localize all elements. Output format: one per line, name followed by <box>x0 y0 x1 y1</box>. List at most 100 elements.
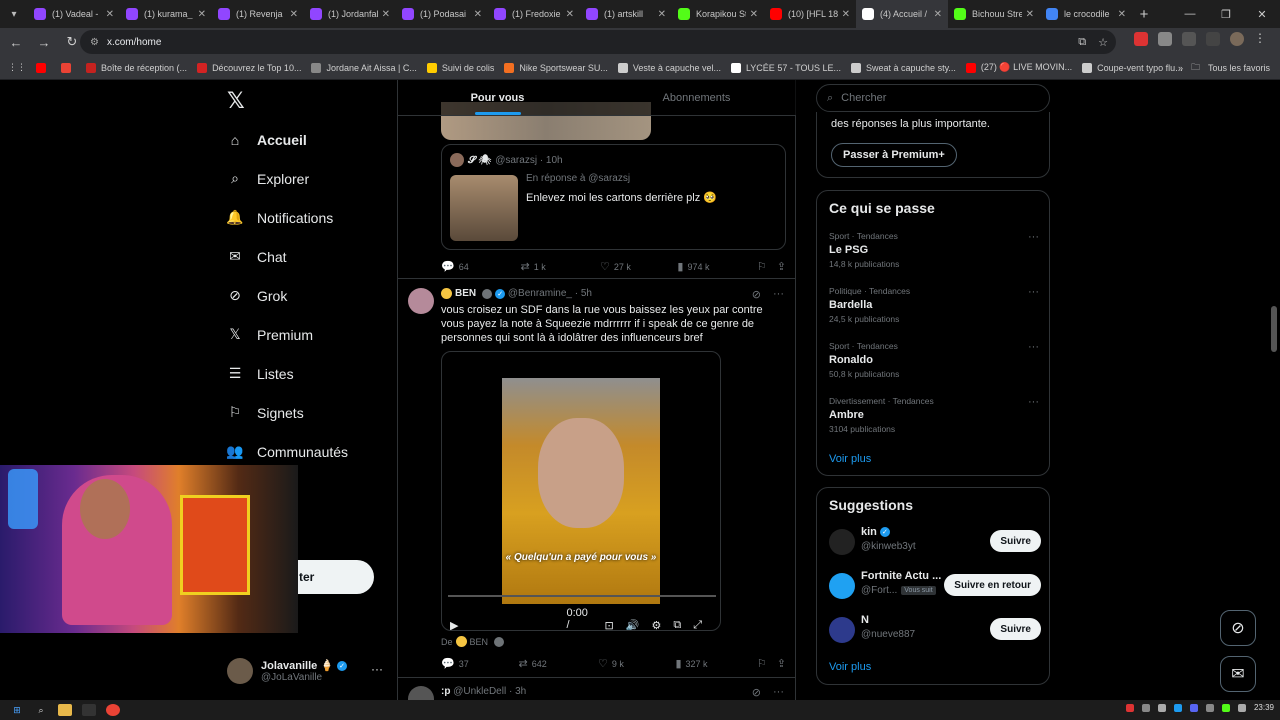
trend-item[interactable]: Sport · Tendances Le PSG 14,8 k publicatio… <box>829 231 1039 269</box>
bookmark-item[interactable]: Suivi de colis <box>426 62 494 73</box>
new-tab-button[interactable]: + <box>1132 0 1156 28</box>
grok-icon[interactable]: ⊘ <box>752 686 761 699</box>
browser-tab[interactable]: (4) Accueil / ✕ <box>856 0 948 28</box>
bookmark-item[interactable] <box>36 62 51 73</box>
bookmark-item[interactable]: Nike Sportswear SU... <box>504 62 608 73</box>
browser-tab[interactable]: (1) Podasai ✕ <box>396 0 488 28</box>
follow-button[interactable]: Suivre en retour <box>944 574 1041 596</box>
chrome-icon[interactable] <box>106 704 120 716</box>
follow-button[interactable]: Suivre <box>990 618 1041 640</box>
avatar[interactable] <box>408 288 434 314</box>
bookmark-item[interactable]: Veste à capuche vel... <box>617 62 721 73</box>
sidebar-item-notifications[interactable]: 🔔 Notifications <box>225 198 348 237</box>
bookmark-item[interactable]: Coupe-vent typo flu... <box>1082 62 1183 73</box>
more-icon[interactable]: ··· <box>371 662 383 676</box>
x-logo-icon[interactable]: 𝕏 <box>227 88 245 114</box>
suggestion-item[interactable]: kin ✓ @kinweb3yt Suivre <box>829 526 1041 556</box>
tab-for-you[interactable]: Pour vous <box>398 80 597 115</box>
more-icon[interactable]: ··· <box>1028 231 1039 243</box>
bookmark-item[interactable]: Boîte de réception (... <box>86 62 187 73</box>
sidebar-item-chat[interactable]: ✉ Chat <box>225 237 348 276</box>
more-icon[interactable]: ··· <box>773 686 784 699</box>
sidebar-item-explorer[interactable]: ⌕ Explorer <box>225 159 348 198</box>
avatar[interactable] <box>829 573 855 599</box>
sidepanel-icon[interactable] <box>1206 32 1220 46</box>
see-more-suggestions-link[interactable]: Voir plus <box>829 661 871 673</box>
tweet-time[interactable]: · 5h <box>575 288 592 299</box>
bookmark-item[interactable]: Jordane Ait Aissa | C... <box>311 62 417 73</box>
avatar[interactable] <box>1230 32 1244 46</box>
tab-search-icon[interactable]: ▾ <box>0 0 28 28</box>
reply-button[interactable]: 💬 64 <box>441 260 520 273</box>
avatar[interactable] <box>408 686 434 700</box>
extension-icon[interactable] <box>1158 32 1172 46</box>
share-button[interactable]: ⇪ <box>777 657 786 670</box>
minimize-icon[interactable]: — <box>1172 0 1208 28</box>
avatar[interactable] <box>829 529 855 555</box>
account-switcher[interactable]: Jolavanille 🍦 ✓ @JoLaVanille ··· <box>227 656 387 686</box>
video-player[interactable]: « Quelqu'un a payé pour vous » ▶ 0:00 / … <box>441 351 721 631</box>
tweet-handle[interactable]: @UnkleDell <box>453 686 506 697</box>
browser-tab[interactable]: (10) [HFL 18 ✕ <box>764 0 856 28</box>
close-tab-icon[interactable]: ✕ <box>106 9 114 20</box>
browser-tab[interactable]: (1) Revenja ✕ <box>212 0 304 28</box>
bookmark-button[interactable]: ⚐ <box>757 260 777 273</box>
bookmark-item[interactable]: (27) 🔴 LIVE MOVIN... <box>965 62 1072 73</box>
sidebar-item-grok[interactable]: ⊘ Grok <box>225 276 348 315</box>
bookmark-item[interactable]: Sweat à capuche sty... <box>851 62 956 73</box>
bookmark-item[interactable]: Découvrez le Top 10... <box>197 62 301 73</box>
trend-item[interactable]: Politique · Tendances Bardella 24,5 k publ… <box>829 286 1039 324</box>
close-tab-icon[interactable]: ✕ <box>290 9 298 20</box>
browser-tab[interactable]: Korapikou St ✕ <box>672 0 764 28</box>
grok-float-icon[interactable]: ⊘ <box>1220 610 1256 646</box>
bookmark-item[interactable]: LYCÉE 57 - TOUS LE... <box>730 62 841 73</box>
share-button[interactable]: ⇪ <box>777 260 786 273</box>
close-tab-icon[interactable]: ✕ <box>382 9 390 20</box>
close-tab-icon[interactable]: ✕ <box>1118 9 1126 20</box>
like-button[interactable]: ♡ 9 k <box>598 657 675 670</box>
tweet-handle[interactable]: @Benramine_ <box>508 288 572 299</box>
more-icon[interactable]: ··· <box>1028 396 1039 408</box>
pip-icon[interactable]: ⧉ <box>673 619 681 631</box>
puzzle-icon[interactable] <box>1182 32 1196 46</box>
browser-tab[interactable]: (1) Fredoxie ✕ <box>488 0 580 28</box>
site-info-icon[interactable]: ⚙ <box>90 37 99 48</box>
page-scrollbar[interactable] <box>1268 80 1280 700</box>
sidebar-item-premium[interactable]: 𝕏 Premium <box>225 315 348 354</box>
sidebar-item-signets[interactable]: ⚐ Signets <box>225 393 348 432</box>
avatar[interactable] <box>829 617 855 643</box>
follow-button[interactable]: Suivre <box>990 530 1041 552</box>
video-source[interactable]: De BEN <box>441 636 507 647</box>
tweet-author-name[interactable]: :p <box>441 686 450 697</box>
close-tab-icon[interactable]: ✕ <box>198 9 206 20</box>
quoted-tweet[interactable]: 𝓢 🕷 @sarazsj · 10h En réponse à @sarazsj… <box>441 144 786 250</box>
more-icon[interactable]: ··· <box>1028 286 1039 298</box>
tweet-author-name[interactable]: BEN <box>455 288 476 299</box>
extension-icon[interactable] <box>1134 32 1148 46</box>
close-tab-icon[interactable]: ✕ <box>842 9 850 20</box>
captions-icon[interactable]: ⊡ <box>605 619 614 631</box>
play-icon[interactable]: ▶ <box>450 619 458 631</box>
repost-button[interactable]: ⇄ 642 <box>518 657 597 670</box>
close-tab-icon[interactable]: ✕ <box>934 9 942 20</box>
bookmark-item[interactable] <box>61 62 76 73</box>
trend-item[interactable]: Sport · Tendances Ronaldo 50,8 k publicati… <box>829 341 1039 379</box>
browser-tab[interactable]: (1) Jordanfal ✕ <box>304 0 396 28</box>
more-icon[interactable]: ··· <box>773 288 784 301</box>
clock[interactable]: 23:39 <box>1254 703 1274 712</box>
suggestion-item[interactable]: Fortnite Actu ... @Fort... Vous suit Suivre… <box>829 570 1041 600</box>
url-bar[interactable]: ⚙ x.com/home ⧉ ☆ <box>80 30 1116 54</box>
close-tab-icon[interactable]: ✕ <box>658 9 666 20</box>
browser-tab[interactable]: (1) Vadeal - ✕ <box>28 0 120 28</box>
back-icon[interactable]: ← <box>4 30 28 54</box>
forward-icon[interactable]: → <box>32 30 56 54</box>
see-more-trends-link[interactable]: Voir plus <box>829 453 871 465</box>
all-bookmarks-link[interactable]: Tous les favoris <box>1208 63 1270 73</box>
close-tab-icon[interactable]: ✕ <box>474 9 482 20</box>
video-progress-bar[interactable] <box>448 595 716 597</box>
search-icon[interactable]: ⌕ <box>34 704 48 716</box>
browser-tab[interactable]: (1) kurama_ ✕ <box>120 0 212 28</box>
sidebar-item-listes[interactable]: ☰ Listes <box>225 354 348 393</box>
premium-plus-button[interactable]: Passer à Premium+ <box>831 143 957 167</box>
file-explorer-icon[interactable] <box>58 704 72 716</box>
